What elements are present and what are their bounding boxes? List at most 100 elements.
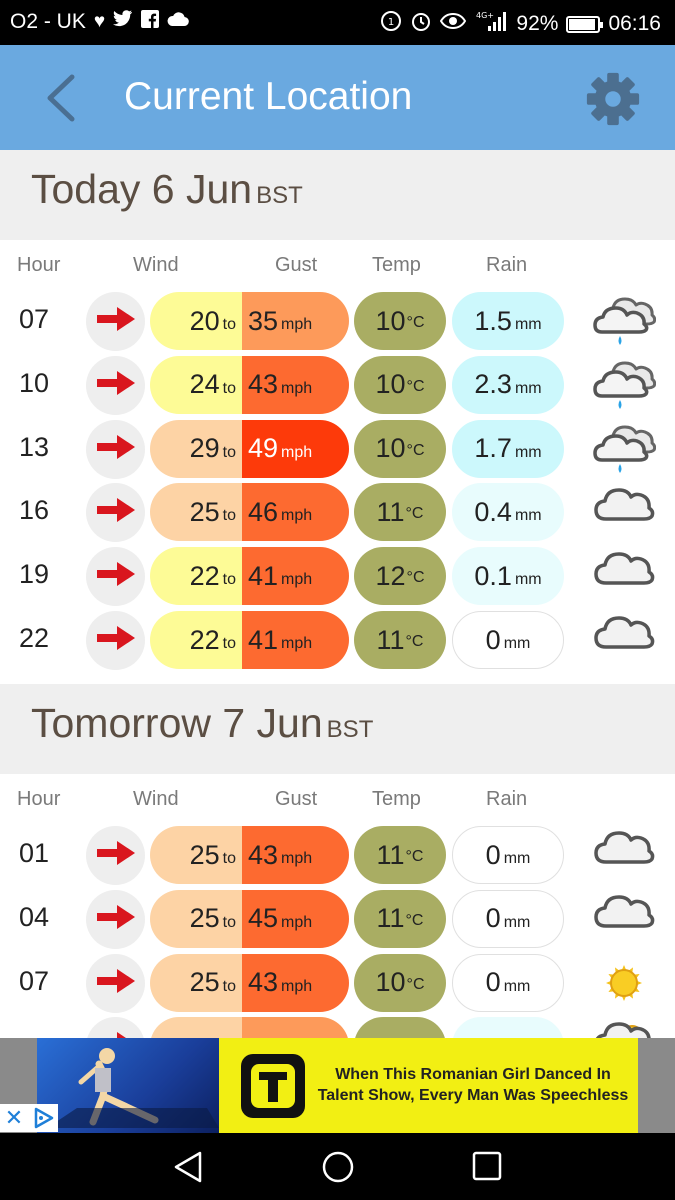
forecast-row[interactable]: 13 29 to 49 mph 10 °C 1.7 mm <box>0 418 675 482</box>
wind-arrow-icon <box>95 623 137 658</box>
wind-value: 24 <box>189 369 220 400</box>
rain-cloud-icon <box>592 290 657 352</box>
wind-arrow-icon <box>95 495 137 530</box>
mph-label: mph <box>281 379 313 397</box>
rain-pill: 0 mm <box>452 889 564 948</box>
rain-cloud-icon <box>592 418 657 480</box>
forecast-row[interactable]: 07 20 to 35 mph 10 °C 1.5 mm <box>0 290 675 354</box>
rain-pill: 0 mm <box>452 953 564 1012</box>
temperature-pill: 12 °C <box>354 547 446 606</box>
data-saver-icon: 1 <box>380 10 402 38</box>
back-button[interactable] <box>38 73 88 123</box>
sun-icon <box>592 952 656 1014</box>
ad-banner[interactable]: When This Romanian Girl Danced In Talent… <box>0 1038 675 1133</box>
gust-speed: 43 mph <box>242 826 349 884</box>
mm-label: mm <box>503 977 531 995</box>
home-circle-icon[interactable] <box>321 1150 355 1184</box>
rain-pill: 0.1 mm <box>452 547 564 606</box>
close-icon[interactable]: ✕ <box>0 1104 28 1132</box>
gust-speed: 43 mph <box>242 953 349 1012</box>
cloud-icon <box>592 824 656 886</box>
wind-gust-pill: 24 to 43 mph <box>150 355 349 414</box>
wind-gust-pill: 22 to 41 mph <box>150 547 349 606</box>
recents-square-icon[interactable] <box>472 1151 502 1181</box>
forecast-row[interactable]: 07 25 to 43 mph 10 °C 0 mm <box>0 952 675 1016</box>
gust-value: 41 <box>248 560 279 591</box>
forecast-row[interactable]: 19 22 to 41 mph 12 °C 0.1 mm <box>0 545 675 609</box>
gust-value: 43 <box>248 839 279 870</box>
hour-label: 13 <box>19 431 50 462</box>
forecast-row[interactable]: 16 25 to 46 mph 11 °C 0.4 mm <box>0 481 675 545</box>
wind-gust-pill: 25 to 43 mph <box>150 826 349 884</box>
carrier-label: O2 - UK <box>10 10 86 33</box>
mm-label: mm <box>514 316 542 333</box>
forecast-row[interactable]: 10 24 to 43 mph 10 °C 2.3 mm <box>0 354 675 418</box>
ad-image[interactable] <box>37 1038 219 1133</box>
gust-speed <box>242 1017 349 1038</box>
mph-label: mph <box>281 316 313 333</box>
app-bar: Current Location <box>0 45 675 150</box>
facebook-icon <box>141 10 160 34</box>
wind-arrow-icon <box>95 838 137 873</box>
column-header-temp: Temp <box>372 254 421 276</box>
wind-speed: 24 to <box>150 355 242 414</box>
wind-value: 22 <box>189 560 220 591</box>
temperature-value: 10 <box>375 967 406 998</box>
to-label: to <box>222 977 236 995</box>
wind-speed: 25 to <box>150 483 242 542</box>
column-header-gust: Gust <box>275 788 318 810</box>
wind-value: 25 <box>189 967 220 998</box>
ad-text-panel[interactable]: When This Romanian Girl Danced In Talent… <box>219 1038 638 1133</box>
forecast-row[interactable] <box>0 1015 675 1038</box>
temperature-value: 11 <box>376 496 405 527</box>
wind-gust-pill <box>150 1017 349 1038</box>
forecast-row[interactable]: 04 25 to 45 mph 11 °C 0 mm <box>0 888 675 952</box>
ad-headline[interactable]: When This Romanian Girl Danced In Talent… <box>315 1064 631 1106</box>
wind-gust-pill: 25 to 43 mph <box>150 953 349 1012</box>
gust-value: 43 <box>248 967 279 998</box>
wind-value: 20 <box>189 305 220 336</box>
forecast-row[interactable]: 22 22 to 41 mph 11 °C 0 mm <box>0 609 675 673</box>
day-title: Tomorrow 7 Jun BST <box>31 698 373 755</box>
signal-icon: 4G+ <box>474 10 508 38</box>
hour-label: 16 <box>19 495 50 526</box>
mph-label: mph <box>281 850 313 867</box>
column-header-hour: Hour <box>17 788 61 810</box>
wind-gust-pill: 25 to 45 mph <box>150 889 349 948</box>
cloud-icon <box>167 11 189 33</box>
back-triangle-icon[interactable] <box>172 1150 204 1184</box>
gear-icon <box>586 72 640 126</box>
wind-speed: 22 to <box>150 611 242 669</box>
column-header-hour: Hour <box>17 254 61 276</box>
forecast-row[interactable]: 01 25 to 43 mph 11 °C 0 mm <box>0 824 675 888</box>
svg-text:4G+: 4G+ <box>476 11 494 20</box>
twitter-icon <box>113 10 133 34</box>
sun-cloud-icon <box>592 1015 656 1038</box>
temperature-value: 12 <box>375 560 406 591</box>
celsius-label: °C <box>406 377 425 395</box>
temperature-value: 10 <box>375 433 406 464</box>
mm-label: mm <box>503 635 531 652</box>
hour-label: 19 <box>19 559 50 590</box>
gust-value: 41 <box>248 624 279 655</box>
adchoices-icon[interactable] <box>28 1104 58 1132</box>
cloud-icon <box>592 545 656 607</box>
cloud-icon <box>592 888 656 950</box>
forecast-list[interactable]: Today 6 Jun BST Hour Wind Gust Temp Rain 07 20 to… <box>0 150 675 1038</box>
wind-arrow-icon <box>95 1029 137 1038</box>
gust-value: 43 <box>248 369 279 400</box>
hour-label: 04 <box>19 901 50 932</box>
hour-label: 22 <box>19 623 50 653</box>
temperature-value: 11 <box>376 624 405 655</box>
screen: O2 - UK ♥ 1 4G+ 92% 06:16 Current Locati… <box>0 0 675 1200</box>
page-title: Current Location <box>124 75 413 118</box>
wind-direction <box>86 547 145 607</box>
temperature-value: 11 <box>376 839 405 870</box>
hour-label: 07 <box>19 965 50 996</box>
rain-pill: 0 mm <box>452 826 564 884</box>
settings-button[interactable] <box>583 70 643 128</box>
wind-direction <box>86 419 145 479</box>
wind-direction <box>86 292 145 351</box>
timezone-label: BST <box>256 182 303 209</box>
temperature-pill: 10 °C <box>354 419 446 478</box>
